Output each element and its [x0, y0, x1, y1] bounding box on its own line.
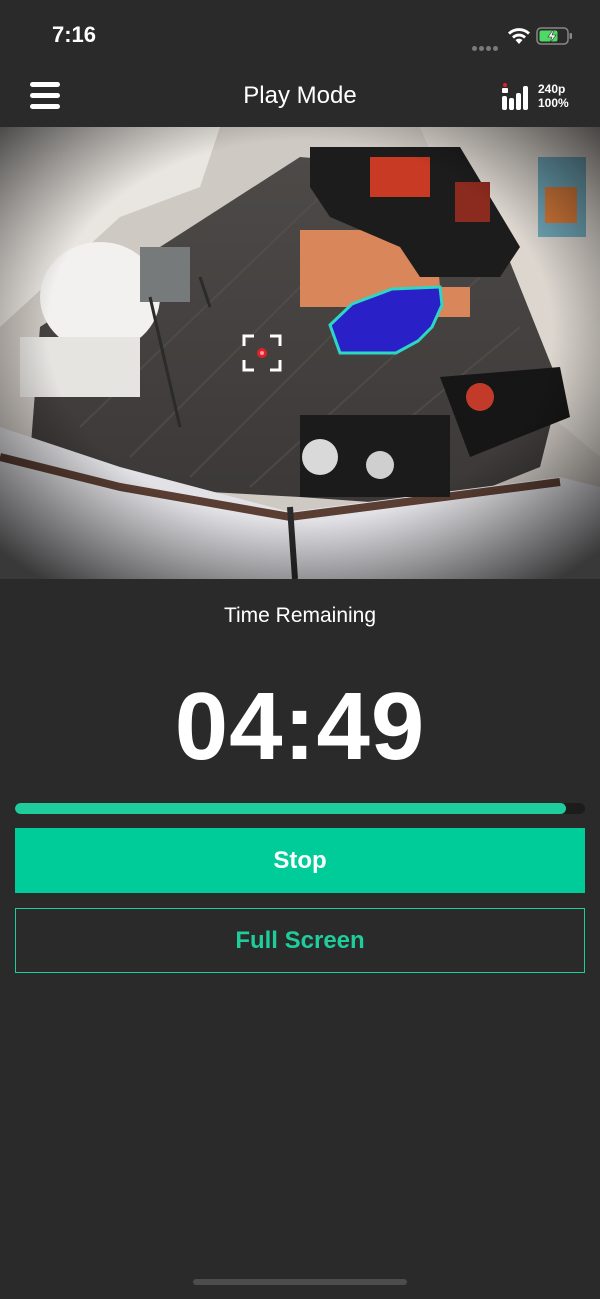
connection-quality-icon[interactable]	[500, 80, 534, 112]
camera-scene	[0, 127, 600, 579]
resolution-label: 240p	[538, 82, 566, 96]
time-progress-fill	[15, 803, 566, 814]
home-indicator[interactable]	[193, 1279, 407, 1285]
stop-button[interactable]: Stop	[15, 828, 585, 893]
focus-reticle-icon[interactable]	[242, 334, 282, 372]
battery-charging-icon	[536, 27, 572, 45]
time-progress-bar	[15, 803, 585, 814]
status-bar: 7:16	[0, 0, 600, 70]
wifi-icon	[508, 28, 530, 44]
signal-dots-icon	[472, 38, 502, 51]
camera-feed[interactable]	[0, 127, 600, 579]
status-time: 7:16	[52, 22, 97, 47]
time-remaining-label: Time Remaining	[223, 604, 377, 627]
full-screen-button[interactable]: Full Screen	[15, 908, 585, 973]
quality-percent-label: 100%	[538, 96, 569, 110]
timer-value: 04:49	[174, 673, 426, 780]
quality-readout: 240p 100%	[538, 82, 569, 110]
app-header: Play Mode 240p 100%	[0, 70, 600, 126]
